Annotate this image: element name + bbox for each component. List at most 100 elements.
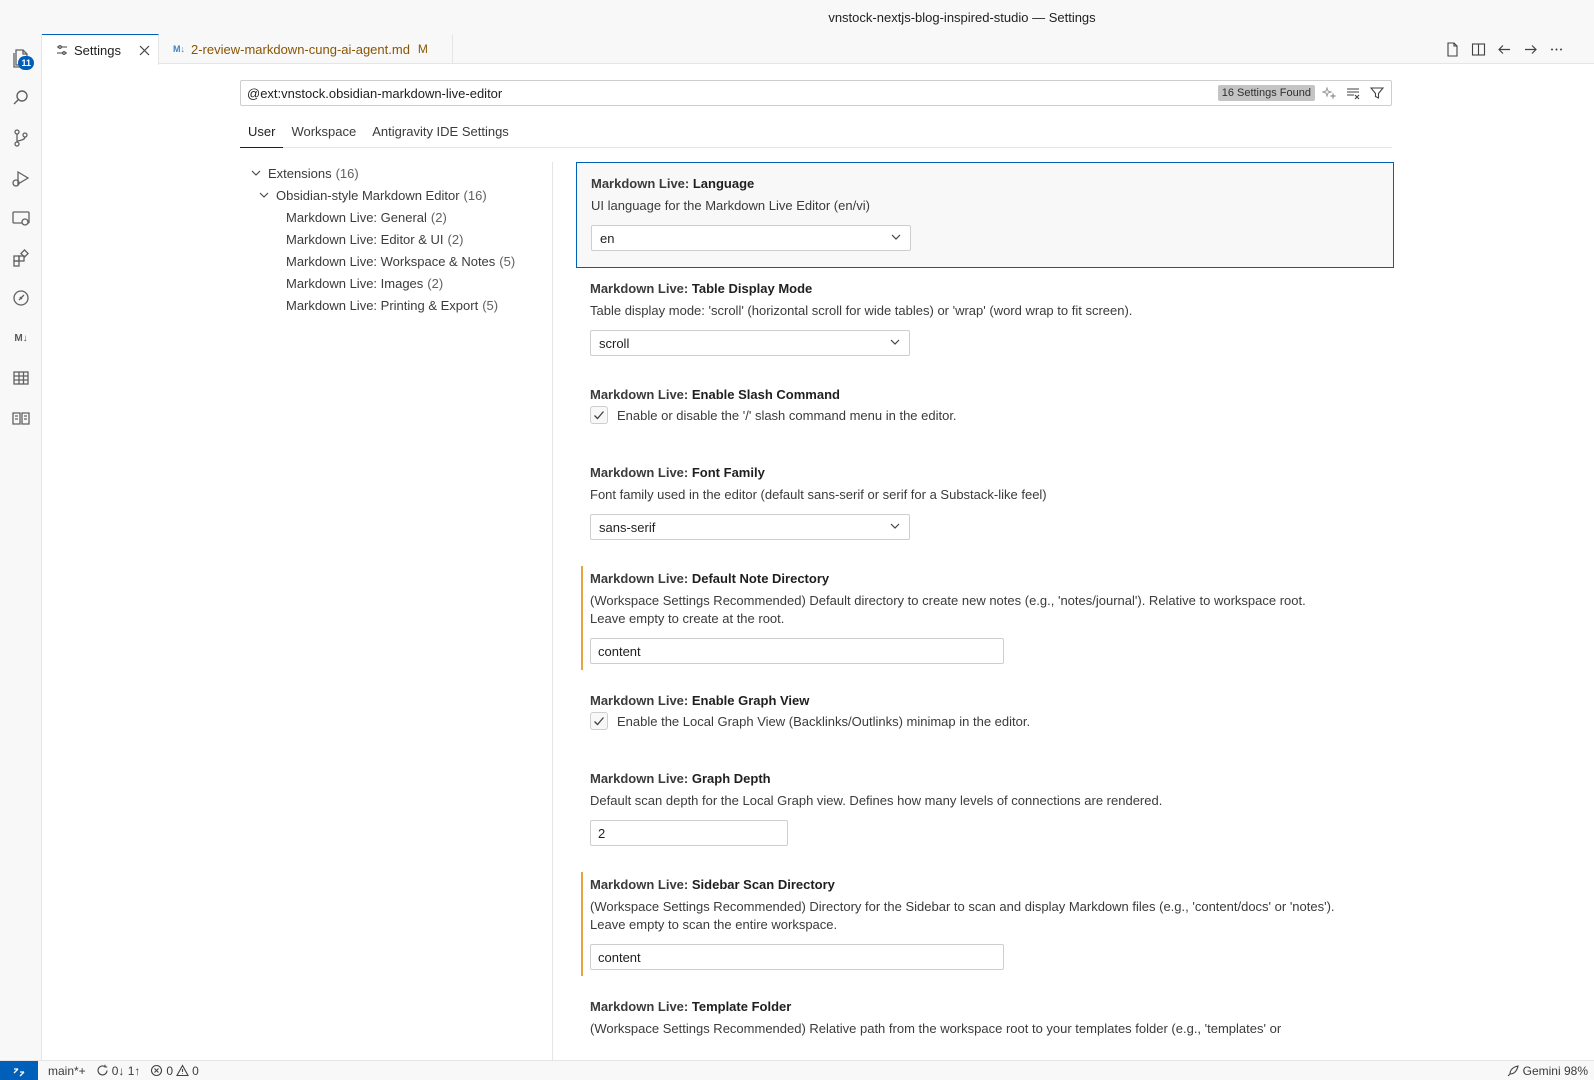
- sidebar-scan-directory-input[interactable]: content: [590, 944, 1004, 970]
- sync-icon: [97, 1064, 108, 1076]
- editor-tab-bar: Settings M↓ 2-review-markdown-cung-ai-ag…: [42, 34, 1594, 65]
- settings-toc: Extensions (16) Obsidian-style Markdown E…: [240, 162, 550, 316]
- tab-settings[interactable]: Settings: [42, 34, 159, 65]
- run-debug-button[interactable]: [0, 158, 42, 198]
- arrow-right-icon[interactable]: [1522, 41, 1538, 57]
- setting-title: Markdown Live: Font Family: [590, 465, 765, 480]
- remote-explorer-button[interactable]: [0, 198, 42, 238]
- setting-enable-graph-view: Markdown Live: Enable Graph View Enable …: [576, 680, 1394, 758]
- settings-scope-tabs: User Workspace Antigravity IDE Settings: [240, 118, 1392, 148]
- setting-description: Table display mode: 'scroll' (horizontal…: [590, 303, 1133, 318]
- toc-item-general[interactable]: Markdown Live: General (2): [240, 206, 550, 228]
- chevron-down-icon: [248, 168, 264, 178]
- language-select[interactable]: en: [591, 225, 911, 251]
- setting-title: Markdown Live: Table Display Mode: [590, 281, 813, 296]
- graph-view-checkbox[interactable]: [590, 712, 608, 730]
- source-control-button[interactable]: [0, 118, 42, 158]
- setting-graph-depth: Markdown Live: Graph Depth Default scan …: [576, 758, 1394, 864]
- settings-search-box: 16 Settings Found: [240, 80, 1392, 106]
- toc-item-extensions[interactable]: Extensions (16): [240, 162, 550, 184]
- setting-title: Markdown Live: Graph Depth: [590, 771, 771, 786]
- toc-item-workspace-notes[interactable]: Markdown Live: Workspace & Notes (5): [240, 250, 550, 272]
- setting-description: Enable or disable the '/' slash command …: [617, 407, 957, 423]
- close-icon[interactable]: [139, 45, 150, 56]
- settings-sliders-icon: [56, 44, 68, 56]
- settings-search-input[interactable]: [247, 85, 1218, 101]
- setting-description: (Workspace Settings Recommended) Relativ…: [590, 1021, 1282, 1036]
- extensions-button[interactable]: [0, 238, 42, 278]
- setting-title: Markdown Live: Enable Slash Command: [590, 387, 840, 402]
- markdown-button[interactable]: M↓: [0, 318, 42, 358]
- markdown-file-icon: M↓: [173, 44, 185, 54]
- setting-description: Enable the Local Graph View (Backlinks/O…: [617, 713, 1031, 729]
- search-button[interactable]: [0, 78, 42, 118]
- setting-description: UI language for the Markdown Live Editor…: [591, 198, 870, 213]
- tab-markdown-file[interactable]: M↓ 2-review-markdown-cung-ai-agent.md M: [159, 34, 453, 64]
- arrow-left-icon[interactable]: [1496, 41, 1512, 57]
- gemini-status[interactable]: Gemini 98%: [1506, 1061, 1588, 1080]
- remote-explorer-icon: [12, 211, 30, 226]
- clear-filter-icon[interactable]: [1345, 85, 1361, 101]
- setting-title: Markdown Live: Enable Graph View: [590, 693, 810, 708]
- setting-description: (Workspace Settings Recommended) Directo…: [590, 899, 1335, 932]
- git-sync[interactable]: 0↓ 1↑: [96, 1064, 140, 1078]
- setting-font-family: Markdown Live: Font Family Font family u…: [576, 452, 1394, 558]
- setting-title: Markdown Live: Language: [591, 176, 755, 191]
- setting-table-display-mode: Markdown Live: Table Display Mode Table …: [576, 268, 1394, 374]
- table-display-mode-select[interactable]: scroll: [590, 330, 910, 356]
- setting-template-folder: Markdown Live: Template Folder (Workspac…: [576, 986, 1394, 1060]
- toc-item-obsidian-editor[interactable]: Obsidian-style Markdown Editor (16): [240, 184, 550, 206]
- slash-command-checkbox[interactable]: [590, 406, 608, 424]
- graph-depth-input[interactable]: 2: [590, 820, 788, 846]
- modified-flag: M: [417, 42, 428, 56]
- table-button[interactable]: [0, 358, 42, 398]
- setting-title: Markdown Live: Sidebar Scan Directory: [590, 877, 835, 892]
- git-branch[interactable]: main*+: [48, 1064, 86, 1078]
- font-family-select[interactable]: sans-serif: [590, 514, 910, 540]
- explorer-badge: 11: [18, 56, 34, 70]
- book-button[interactable]: [0, 398, 42, 438]
- setting-title: Markdown Live: Template Folder: [590, 999, 792, 1014]
- tab-workspace[interactable]: Workspace: [283, 118, 364, 148]
- markdown-icon: M↓: [14, 332, 28, 344]
- more-actions-icon[interactable]: [1548, 41, 1564, 57]
- setting-language: Markdown Live: Language UI language for …: [576, 162, 1394, 268]
- toc-divider[interactable]: [552, 162, 553, 1060]
- filter-icon[interactable]: [1369, 85, 1385, 101]
- activity-bar: 11 M↓: [0, 34, 42, 1060]
- rocket-button[interactable]: [0, 278, 42, 318]
- window-titlebar: vnstock-nextjs-blog-inspired-studio — Se…: [0, 0, 1594, 34]
- rocket-icon: [13, 290, 29, 306]
- setting-description: Font family used in the editor (default …: [590, 487, 1047, 502]
- sparkle-icon[interactable]: [1321, 85, 1337, 101]
- setting-enable-slash-command: Markdown Live: Enable Slash Command Enab…: [576, 374, 1394, 452]
- book-icon: [12, 412, 30, 425]
- window-title: vnstock-nextjs-blog-inspired-studio — Se…: [828, 9, 1096, 25]
- default-note-directory-input[interactable]: content: [590, 638, 1004, 664]
- chevron-down-icon: [256, 190, 272, 200]
- settings-list: Markdown Live: Language UI language for …: [576, 162, 1394, 1060]
- setting-description: (Workspace Settings Recommended) Default…: [590, 593, 1306, 626]
- setting-sidebar-scan-directory: Markdown Live: Sidebar Scan Directory (W…: [576, 864, 1394, 986]
- run-debug-icon: [12, 170, 30, 187]
- toc-item-editor-ui[interactable]: Markdown Live: Editor & UI (2): [240, 228, 550, 250]
- toc-item-images[interactable]: Markdown Live: Images (2): [240, 272, 550, 294]
- tab-actions: [1444, 34, 1564, 64]
- setting-description: Default scan depth for the Local Graph v…: [590, 793, 1163, 808]
- remote-indicator[interactable]: [0, 1060, 38, 1080]
- problems-indicator[interactable]: 0 0: [150, 1064, 199, 1078]
- source-control-icon: [14, 129, 28, 147]
- split-editor-icon[interactable]: [1470, 41, 1486, 57]
- open-json-icon[interactable]: [1444, 41, 1460, 57]
- tab-antigravity-ide-settings[interactable]: Antigravity IDE Settings: [364, 118, 517, 148]
- settings-found-badge: 16 Settings Found: [1217, 85, 1315, 101]
- tab-label: 2-review-markdown-cung-ai-agent.md: [191, 41, 410, 57]
- tab-user[interactable]: User: [240, 118, 284, 148]
- warning-icon: [176, 1064, 189, 1077]
- explorer-button[interactable]: 11: [0, 38, 42, 78]
- tab-label: Settings: [74, 42, 121, 58]
- chevron-down-icon: [889, 336, 901, 351]
- table-icon: [13, 371, 29, 385]
- toc-item-printing-export[interactable]: Markdown Live: Printing & Export (5): [240, 294, 550, 316]
- error-icon: [151, 1064, 163, 1077]
